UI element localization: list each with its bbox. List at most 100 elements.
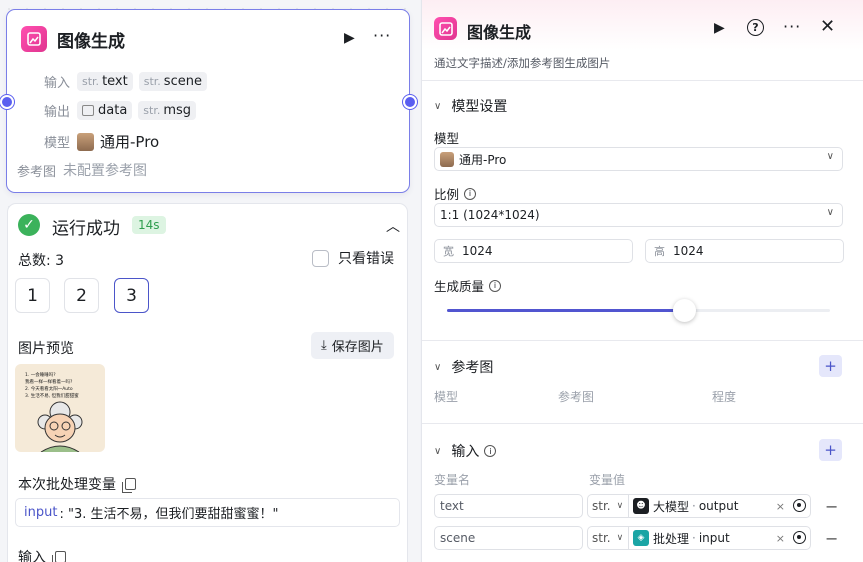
panel-description: 通过文字描述/添加参考图生成图片 [434, 56, 611, 70]
only-errors-checkbox[interactable] [312, 249, 329, 267]
input-tag-text: str. text [77, 72, 133, 91]
chevron-down-icon: ∨ [826, 151, 834, 162]
node-title: 图像生成 [57, 31, 125, 52]
result-input-header: 输入 [18, 547, 66, 562]
add-ref-image-button[interactable]: + [819, 355, 842, 377]
ref-image-title: 参考图 [451, 360, 494, 376]
thumbnail-text: 1. 一会睡睡吗? 我看一样一样看着一吗? 2. 今天看看太阳一Auto 3. … [25, 373, 79, 399]
ref-col-strength: 程度 [712, 390, 737, 404]
remove-var-button[interactable]: − [825, 529, 838, 548]
ref-col-model: 模型 [434, 390, 459, 404]
save-image-button[interactable]: ⤓ 保存图片 [311, 332, 394, 359]
image-icon [82, 105, 94, 116]
chevron-down-icon: ∨ [434, 100, 442, 112]
target-icon[interactable] [793, 531, 806, 544]
node-more-icon[interactable]: ··· [373, 26, 391, 45]
image-gen-node[interactable]: 图像生成 ▶ ··· 输入 str. text str. scene 输出 data… [6, 9, 410, 193]
model-select[interactable]: 通用-Pro ∨ [434, 147, 843, 171]
batch-node-icon: ◈ [633, 530, 649, 546]
model-settings-header[interactable]: ∨ 模型设置 [434, 96, 507, 116]
node-model-row: 模型 通用-Pro [21, 131, 159, 152]
panel-title: 图像生成 [467, 23, 532, 42]
node-output-port[interactable] [403, 95, 417, 109]
only-errors-toggle[interactable]: 只看错误 [312, 248, 394, 268]
chevron-down-icon: ∨ [434, 445, 442, 457]
batch-var-value-box: input : "3. 生活不易，但我们要甜甜蜜蜜！" [15, 498, 400, 527]
chevron-down-icon: ∨ [616, 533, 624, 543]
help-icon[interactable]: ? [747, 19, 764, 36]
image-gen-icon [21, 26, 47, 52]
copy-input-icon[interactable] [52, 551, 66, 562]
ratio-select[interactable]: 1:1 (1024*1024) ∨ [434, 203, 843, 227]
model-avatar [440, 151, 454, 167]
info-icon[interactable]: i [464, 187, 477, 200]
image-preview-label: 图片预览 [18, 341, 74, 357]
model-avatar [77, 132, 94, 151]
duration-badge: 14s [132, 216, 166, 234]
ratio-field-label: 比例 i [434, 184, 477, 203]
var-value-col: 变量值 [589, 473, 626, 487]
batch-var-value: : "3. 生活不易，但我们要甜甜蜜蜜！" [59, 507, 279, 522]
divider [422, 423, 863, 424]
total-count: 总数: 3 [18, 253, 65, 269]
quality-slider[interactable] [447, 299, 830, 322]
output-tag-data: data [77, 101, 133, 120]
var-ref-select[interactable]: ◈ 批处理 · input × [629, 526, 811, 550]
node-settings-panel: 图像生成 ▶ ? ··· ✕ 通过文字描述/添加参考图生成图片 ∨ 模型设置 模… [421, 0, 863, 562]
node-input-port[interactable] [0, 95, 14, 109]
copy-icon[interactable] [122, 478, 136, 493]
result-input-label: 输入 [18, 550, 46, 562]
chevron-down-icon: ∨ [434, 361, 442, 373]
quality-slider-handle[interactable] [673, 299, 697, 322]
download-icon: ⤓ [321, 338, 327, 353]
var-name-input[interactable]: scene [434, 526, 583, 550]
var-name-input[interactable]: text [434, 494, 583, 518]
height-input[interactable]: 高 1024 [645, 239, 844, 263]
input-section-title: 输入 [451, 444, 480, 460]
var-type-select[interactable]: str. ∨ [587, 526, 629, 550]
model-label: 模型 [43, 136, 70, 151]
success-check-icon: ✓ [18, 214, 40, 236]
panel-more-icon[interactable]: ··· [783, 17, 801, 36]
target-icon[interactable] [793, 499, 806, 512]
ref-image-header[interactable]: ∨ 参考图 [434, 357, 493, 377]
var-ref-select[interactable]: ☻ 大模型 · output × [629, 494, 811, 518]
run-node-play-icon[interactable]: ▶ [344, 30, 355, 46]
add-input-button[interactable]: + [819, 439, 842, 461]
batch-vars-label: 本次批处理变量 [18, 477, 116, 493]
page-button-2[interactable]: 2 [64, 278, 99, 313]
width-input[interactable]: 宽 1024 [434, 239, 633, 263]
width-value: 1024 [462, 244, 493, 258]
ref-value: 未配置参考图 [63, 163, 147, 179]
model-field-label: 模型 [434, 131, 460, 146]
quality-field-label: 生成质量 i [434, 276, 502, 295]
height-value: 1024 [673, 244, 704, 258]
collapse-chevron-up-icon[interactable]: ︿ [386, 216, 400, 236]
width-unit: 宽 [443, 245, 454, 258]
clear-icon[interactable]: × [776, 500, 785, 513]
info-icon[interactable]: i [489, 279, 502, 292]
ref-field: output [698, 499, 739, 513]
generated-image-thumbnail[interactable]: 1. 一会睡睡吗? 我看一样一样看着一吗? 2. 今天看看太阳一Auto 3. … [15, 364, 105, 452]
input-section-header[interactable]: ∨ 输入 i [434, 441, 497, 461]
inputs-label: 输入 [43, 76, 70, 91]
info-icon[interactable]: i [484, 445, 497, 457]
node-inputs-row: 输入 str. text str. scene [21, 72, 213, 91]
clear-icon[interactable]: × [776, 532, 785, 545]
ref-source: 批处理 [653, 531, 690, 546]
remove-var-button[interactable]: − [825, 497, 838, 516]
ref-col-image: 参考图 [558, 390, 595, 404]
page-button-3[interactable]: 3 [114, 278, 149, 313]
model-value: 通用-Pro [100, 133, 160, 151]
grandma-illustration [37, 401, 83, 452]
ref-source: 大模型 [653, 499, 690, 514]
workflow-canvas[interactable]: 图像生成 ▶ ··· 输入 str. text str. scene 输出 data… [0, 0, 420, 562]
page-button-1[interactable]: 1 [15, 278, 50, 313]
run-result-panel: ✓ 运行成功 14s ︿ 总数: 3 只看错误 1 2 3 图片预览 ⤓ 保存图… [7, 203, 408, 562]
input-tag-scene: str. scene [138, 72, 207, 91]
outputs-label: 输出 [43, 105, 70, 120]
panel-run-play-icon[interactable]: ▶ [714, 20, 725, 36]
close-icon[interactable]: ✕ [820, 16, 835, 37]
model-settings-title: 模型设置 [451, 99, 508, 115]
var-type-select[interactable]: str. ∨ [587, 494, 629, 518]
